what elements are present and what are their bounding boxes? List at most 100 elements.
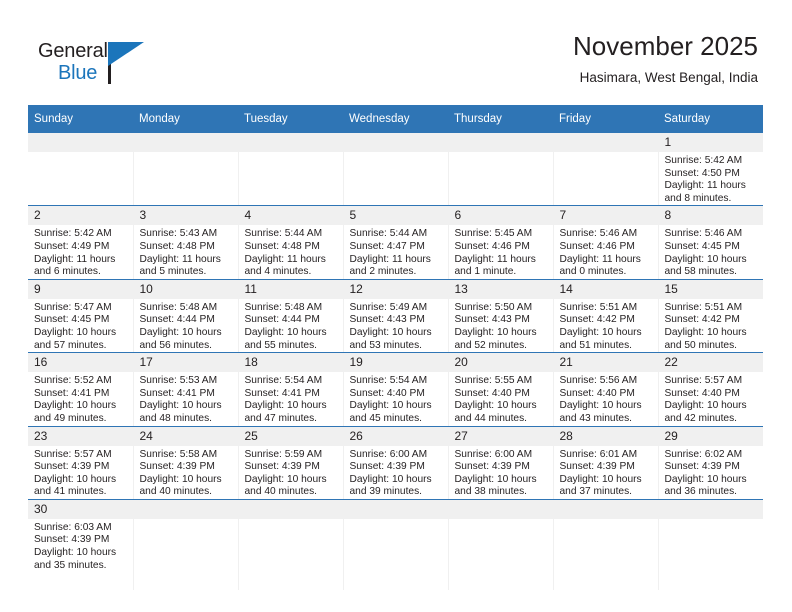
day-number: 4 (238, 206, 343, 226)
day-number (448, 133, 553, 152)
calendar-day-cell[interactable]: 8 Sunrise: 5:46 AM Sunset: 4:45 PM Daylight… (658, 205, 763, 280)
day-cell-inner: 21 Sunrise: 5:56 AM Sunset: 4:40 PM Dayligh… (553, 353, 658, 425)
daylight-line-1: Daylight: 10 hours (664, 326, 747, 338)
calendar-day-cell[interactable]: 24 Sunrise: 5:58 AM Sunset: 4:39 PM Dayligh… (133, 426, 239, 500)
weekday-header-saturday: Saturday (658, 105, 763, 133)
calendar-day-cell[interactable]: 15 Sunrise: 5:51 AM Sunset: 4:42 PM Dayligh… (658, 279, 763, 354)
calendar-day-cell[interactable]: 21 Sunrise: 5:56 AM Sunset: 4:40 PM Dayligh… (553, 352, 659, 427)
sunrise-time: Sunrise: 5:58 AM (139, 448, 218, 460)
page-subtitle: Hasimara, West Bengal, India (579, 70, 758, 85)
calendar-day-cell[interactable]: 23 Sunrise: 5:57 AM Sunset: 4:39 PM Dayligh… (28, 426, 134, 500)
day-cell-inner: 18 Sunrise: 5:54 AM Sunset: 4:41 PM Dayligh… (238, 353, 343, 425)
day-cell-inner (448, 499, 553, 590)
calendar-day-cell-empty (28, 133, 134, 207)
sunset-time: Sunset: 4:39 PM (664, 461, 740, 473)
calendar-day-cell[interactable]: 10 Sunrise: 5:48 AM Sunset: 4:44 PM Dayligh… (133, 279, 239, 354)
daylight-line-1: Daylight: 10 hours (34, 547, 117, 559)
calendar-day-cell[interactable]: 2 Sunrise: 5:42 AM Sunset: 4:49 PM Daylight… (28, 205, 134, 280)
day-cell-inner: 22 Sunrise: 5:57 AM Sunset: 4:40 PM Dayligh… (658, 353, 763, 425)
calendar-day-cell[interactable]: 11 Sunrise: 5:48 AM Sunset: 4:44 PM Dayligh… (238, 279, 344, 354)
day-cell-inner: 26 Sunrise: 6:00 AM Sunset: 4:39 PM Dayligh… (343, 426, 448, 499)
calendar-day-cell[interactable]: 27 Sunrise: 6:00 AM Sunset: 4:39 PM Dayligh… (448, 426, 554, 500)
calendar-week-row: 1 Sunrise: 5:42 AM Sunset: 4:50 PM Daylight… (28, 133, 763, 207)
sunrise-time: Sunrise: 5:52 AM (34, 375, 112, 387)
calendar-day-cell[interactable]: 4 Sunrise: 5:44 AM Sunset: 4:48 PM Daylight… (238, 205, 344, 280)
day-details: Sunrise: 5:42 AM Sunset: 4:49 PM Daylight:… (28, 225, 133, 278)
calendar-day-cell[interactable]: 28 Sunrise: 6:01 AM Sunset: 4:39 PM Dayligh… (553, 426, 659, 500)
daylight-line-1: Daylight: 11 hours (664, 180, 746, 192)
calendar-day-cell[interactable]: 5 Sunrise: 5:44 AM Sunset: 4:47 PM Daylight… (343, 205, 449, 280)
calendar-day-cell-empty (133, 499, 239, 590)
logo-triangle-icon (108, 42, 144, 66)
calendar-day-cell[interactable]: 20 Sunrise: 5:55 AM Sunset: 4:40 PM Dayligh… (448, 352, 554, 427)
daylight-line-1: Daylight: 10 hours (349, 473, 432, 485)
calendar-day-cell-empty (238, 133, 344, 207)
calendar-day-cell[interactable]: 3 Sunrise: 5:43 AM Sunset: 4:48 PM Daylight… (133, 205, 239, 280)
calendar-day-cell[interactable]: 14 Sunrise: 5:51 AM Sunset: 4:42 PM Dayligh… (553, 279, 659, 354)
day-cell-inner: 5 Sunrise: 5:44 AM Sunset: 4:47 PM Daylight… (343, 206, 448, 278)
day-details: Sunrise: 5:49 AM Sunset: 4:43 PM Daylight:… (344, 299, 448, 352)
sunrise-time: Sunrise: 5:48 AM (244, 301, 323, 313)
day-number: 23 (28, 426, 133, 446)
calendar-day-cell[interactable]: 30 Sunrise: 6:03 AM Sunset: 4:39 PM Dayligh… (28, 499, 134, 590)
daylight-line-1: Daylight: 10 hours (559, 473, 642, 485)
calendar-day-cell[interactable]: 29 Sunrise: 6:02 AM Sunset: 4:39 PM Dayligh… (658, 426, 763, 500)
title-block: November 2025 Hasimara, West Bengal, Ind… (573, 30, 758, 88)
weekday-header-row: Sunday Monday Tuesday Wednesday Thursday… (28, 105, 763, 133)
day-number: 17 (133, 353, 238, 373)
sunset-time: Sunset: 4:41 PM (34, 387, 110, 399)
day-details: Sunrise: 5:44 AM Sunset: 4:47 PM Daylight:… (344, 225, 448, 278)
daylight-line-1: Daylight: 10 hours (664, 253, 747, 265)
day-cell-inner: 15 Sunrise: 5:51 AM Sunset: 4:42 PM Dayligh… (658, 279, 763, 352)
calendar-day-cell[interactable]: 16 Sunrise: 5:52 AM Sunset: 4:41 PM Dayligh… (28, 352, 134, 427)
daylight-line-2: and 39 minutes. (349, 486, 423, 498)
calendar-day-cell[interactable]: 7 Sunrise: 5:46 AM Sunset: 4:46 PM Daylight… (553, 205, 659, 280)
sunrise-time: Sunrise: 5:51 AM (664, 301, 743, 313)
calendar-day-cell[interactable]: 12 Sunrise: 5:49 AM Sunset: 4:43 PM Dayligh… (343, 279, 449, 354)
calendar-day-cell[interactable]: 25 Sunrise: 5:59 AM Sunset: 4:39 PM Dayligh… (238, 426, 344, 500)
day-details: Sunrise: 5:57 AM Sunset: 4:39 PM Daylight:… (28, 446, 133, 499)
sunset-time: Sunset: 4:39 PM (34, 534, 110, 546)
page-title: November 2025 (573, 31, 758, 61)
sunset-time: Sunset: 4:50 PM (664, 167, 740, 179)
day-cell-inner: 8 Sunrise: 5:46 AM Sunset: 4:45 PM Daylight… (658, 206, 763, 278)
calendar-day-cell[interactable]: 6 Sunrise: 5:45 AM Sunset: 4:46 PM Daylight… (448, 205, 554, 280)
calendar-week-row: 2 Sunrise: 5:42 AM Sunset: 4:49 PM Daylight… (28, 205, 763, 280)
calendar-day-cell[interactable]: 18 Sunrise: 5:54 AM Sunset: 4:41 PM Dayligh… (238, 352, 344, 427)
daylight-line-2: and 52 minutes. (454, 339, 528, 351)
daylight-line-1: Daylight: 10 hours (664, 400, 747, 412)
weekday-header-friday: Friday (553, 105, 658, 133)
day-details: Sunrise: 6:01 AM Sunset: 4:39 PM Daylight:… (554, 446, 658, 499)
calendar-day-cell[interactable]: 19 Sunrise: 5:54 AM Sunset: 4:40 PM Dayligh… (343, 352, 449, 427)
day-number (553, 133, 658, 152)
calendar-day-cell[interactable]: 13 Sunrise: 5:50 AM Sunset: 4:43 PM Dayligh… (448, 279, 554, 354)
sunset-time: Sunset: 4:46 PM (559, 240, 635, 252)
weekday-header-monday: Monday (133, 105, 238, 133)
general-blue-logo[interactable]: General Blue (38, 40, 168, 92)
day-number (553, 499, 658, 519)
calendar-day-cell[interactable]: 9 Sunrise: 5:47 AM Sunset: 4:45 PM Daylight… (28, 279, 134, 354)
day-number: 7 (553, 206, 658, 226)
day-number: 27 (448, 426, 553, 446)
calendar-day-cell[interactable]: 1 Sunrise: 5:42 AM Sunset: 4:50 PM Daylight… (658, 133, 763, 207)
calendar-day-cell[interactable]: 22 Sunrise: 5:57 AM Sunset: 4:40 PM Dayligh… (658, 352, 763, 427)
sunset-time: Sunset: 4:44 PM (244, 314, 320, 326)
sunrise-time: Sunrise: 5:54 AM (349, 375, 428, 387)
daylight-line-2: and 40 minutes. (139, 486, 213, 498)
calendar-day-cell[interactable]: 17 Sunrise: 5:53 AM Sunset: 4:41 PM Dayligh… (133, 352, 239, 427)
day-number (448, 499, 553, 519)
sunset-time: Sunset: 4:39 PM (34, 461, 110, 473)
page-header: General Blue November 2025 Hasimara, Wes… (0, 0, 792, 104)
day-number: 10 (133, 279, 238, 299)
sunset-time: Sunset: 4:41 PM (139, 387, 215, 399)
day-number (658, 499, 763, 519)
day-number: 15 (658, 279, 763, 299)
sunrise-time: Sunrise: 5:43 AM (139, 228, 218, 240)
sunrise-time: Sunrise: 5:57 AM (664, 375, 743, 387)
daylight-line-1: Daylight: 10 hours (454, 326, 537, 338)
sunrise-time: Sunrise: 5:42 AM (664, 155, 743, 166)
calendar-day-cell-empty (133, 133, 239, 207)
calendar-day-cell[interactable]: 26 Sunrise: 6:00 AM Sunset: 4:39 PM Dayligh… (343, 426, 449, 500)
daylight-line-2: and 43 minutes. (559, 412, 633, 424)
daylight-line-2: and 37 minutes. (559, 486, 633, 498)
